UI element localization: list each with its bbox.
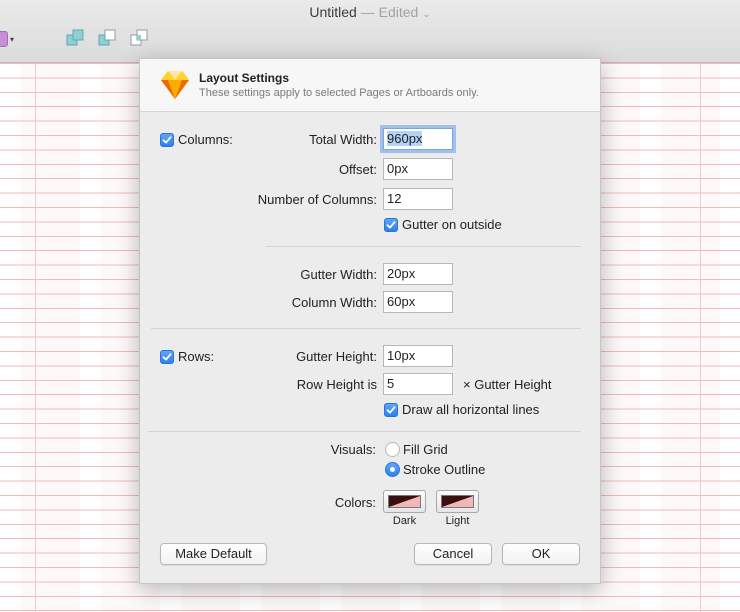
light-caption: Light [445,515,470,527]
style-swatch[interactable] [0,31,8,47]
dialog-header: Layout Settings These settings apply to … [140,59,600,112]
fill-grid-radio[interactable] [385,442,400,457]
document-title[interactable]: Untitled — Edited ⌄ [0,4,740,20]
gutter-width-label: Gutter Width: [300,267,377,282]
total-width-field[interactable]: 960px [383,128,453,150]
section-divider [148,431,581,432]
row-height-label: Row Height is [296,377,377,392]
layout-settings-dialog: Layout Settings These settings apply to … [139,58,601,584]
column-width-label: Column Width: [291,295,377,310]
document-name: Untitled [309,4,357,20]
colors-label: Colors: [334,495,376,510]
stroke-outline-label[interactable]: Stroke Outline [403,462,485,477]
union-icon[interactable] [66,29,86,47]
canvas-column-edge [700,63,701,612]
title-chevron-icon[interactable]: ⌄ [422,9,430,20]
dark-swatch [388,495,421,508]
columns-checkbox[interactable] [160,133,174,147]
gutter-height-label: Gutter Height: [296,349,377,364]
intersect-icon[interactable] [130,29,150,47]
gutter-width-field[interactable]: 20px [383,263,453,285]
draw-horizontal-lines-label[interactable]: Draw all horizontal lines [402,402,539,417]
row-height-field[interactable]: 5 [383,373,453,395]
visuals-label: Visuals: [330,442,376,457]
ok-button[interactable]: OK [502,543,580,565]
section-divider [266,246,581,247]
number-of-columns-label: Number of Columns: [257,192,377,207]
stroke-outline-radio[interactable] [385,462,400,477]
fill-grid-label[interactable]: Fill Grid [403,442,448,457]
dark-caption: Dark [392,515,417,527]
app-window: Untitled — Edited ⌄ ▾ Layout Settings Th… [0,0,740,612]
canvas-column-edge [35,63,36,612]
light-swatch [441,495,474,508]
draw-horizontal-lines-checkbox[interactable] [384,403,398,417]
gutter-on-outside-label[interactable]: Gutter on outside [402,217,502,232]
section-divider [151,328,581,329]
total-width-label: Total Width: [309,132,377,147]
offset-label: Offset: [338,162,377,177]
row-height-suffix: × Gutter Height [463,377,552,392]
sketch-app-icon [161,71,189,99]
subtract-icon[interactable] [98,29,118,47]
number-of-columns-field[interactable]: 12 [383,188,453,210]
dark-color-well[interactable] [383,490,426,513]
cancel-button[interactable]: Cancel [414,543,492,565]
window-toolbar: Untitled — Edited ⌄ ▾ [0,0,740,63]
dialog-title: Layout Settings [199,71,290,85]
make-default-button[interactable]: Make Default [160,543,267,565]
rows-checkbox[interactable] [160,350,174,364]
light-color-well[interactable] [436,490,479,513]
gutter-on-outside-checkbox[interactable] [384,218,398,232]
total-width-value: 960px [387,131,423,146]
rows-label[interactable]: Rows: [178,349,214,364]
gutter-height-field[interactable]: 10px [383,345,453,367]
document-edited-status: — Edited [360,4,419,20]
offset-field[interactable]: 0px [383,158,453,180]
column-width-field[interactable]: 60px [383,291,453,313]
chevron-down-icon[interactable]: ▾ [10,35,14,44]
columns-label[interactable]: Columns: [178,132,233,147]
dialog-subtitle: These settings apply to selected Pages o… [199,87,479,99]
